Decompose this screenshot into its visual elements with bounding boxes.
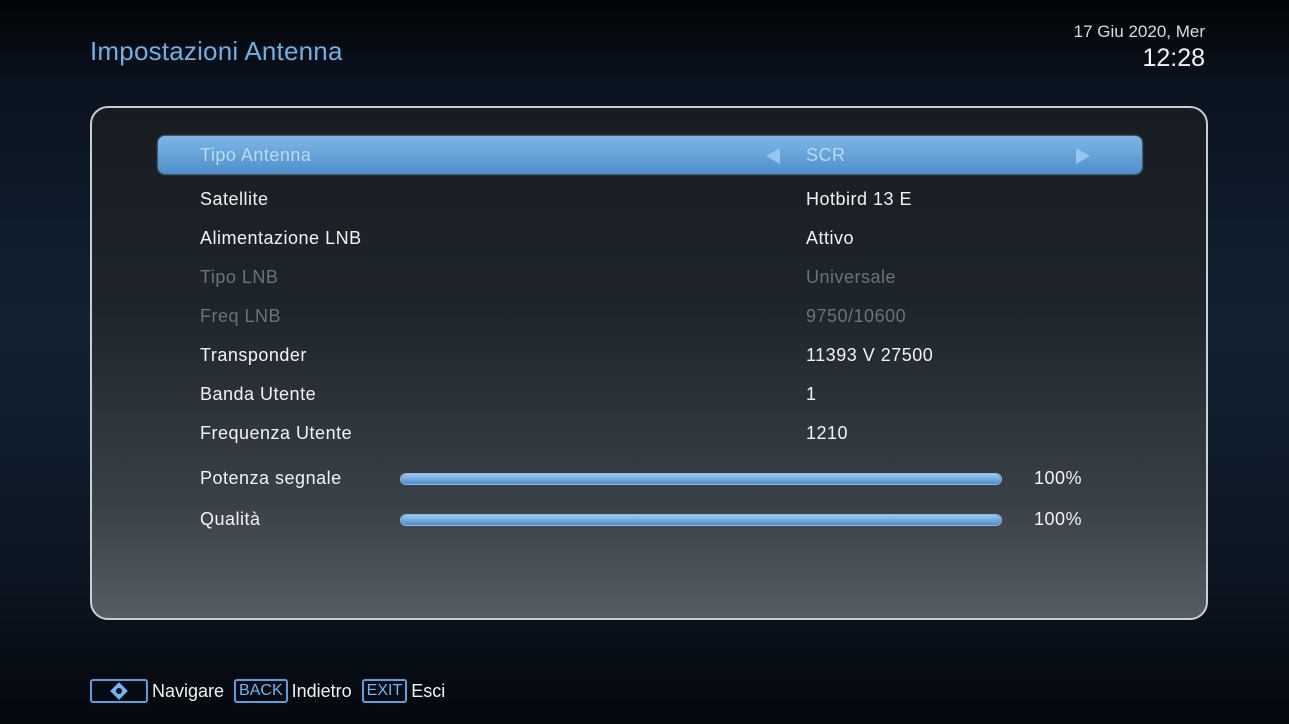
setting-label: Banda Utente	[200, 384, 317, 404]
setting-label: Freq LNB	[200, 306, 282, 326]
setting-row-tipo-lnb: Tipo LNB Universale	[158, 258, 1142, 296]
arrow-left-icon[interactable]	[766, 148, 780, 164]
settings-panel: Tipo Antenna SCR Satellite Hotbird 13 E …	[90, 106, 1208, 620]
meter-fill	[401, 515, 1001, 525]
setting-label: Alimentazione LNB	[200, 228, 362, 248]
date-display: 17 Giu 2020, Mer	[1073, 22, 1205, 41]
setting-label: Transponder	[200, 345, 307, 365]
page-title: Impostazioni Antenna	[90, 36, 343, 66]
setting-label: Frequenza Utente	[200, 423, 353, 443]
setting-label: Satellite	[200, 189, 269, 209]
setting-row-freq-lnb: Freq LNB 9750/10600	[158, 297, 1142, 335]
meter-fill	[401, 474, 1001, 484]
setting-value: Attivo	[806, 228, 855, 248]
signal-quality-meter: Qualità 100%	[158, 505, 1142, 535]
clock-display: 12:28	[1142, 44, 1205, 72]
setting-row-banda-utente[interactable]: Banda Utente 1	[158, 375, 1142, 413]
setting-row-transponder[interactable]: Transponder 11393 V 27500	[158, 336, 1142, 374]
back-label: Indietro	[291, 680, 352, 701]
footer-legend: Navigare BACK Indietro EXIT Esci	[90, 677, 455, 705]
setting-label: Tipo Antenna	[200, 145, 312, 165]
meter-label: Potenza segnale	[200, 468, 342, 488]
setting-value: 9750/10600	[806, 306, 907, 326]
setting-row-tipo-antenna[interactable]: Tipo Antenna SCR	[158, 136, 1142, 174]
setting-label: Tipo LNB	[200, 267, 279, 287]
dpad-icon	[108, 683, 130, 699]
meter-percent: 100%	[1034, 468, 1083, 488]
setting-value: 11393 V 27500	[806, 345, 934, 365]
setting-value: 1210	[806, 423, 849, 443]
navigate-key	[90, 679, 148, 703]
arrow-right-icon[interactable]	[1076, 148, 1090, 164]
setting-row-satellite[interactable]: Satellite Hotbird 13 E	[158, 180, 1142, 218]
navigate-label: Navigare	[152, 680, 225, 701]
signal-strength-meter: Potenza segnale 100%	[158, 464, 1142, 494]
exit-label: Esci	[411, 680, 446, 701]
screen: Impostazioni Antenna 17 Giu 2020, Mer 12…	[0, 0, 1289, 724]
meter-percent: 100%	[1034, 509, 1083, 529]
setting-value: 1	[806, 384, 817, 404]
setting-value: Hotbird 13 E	[806, 189, 913, 209]
meter-track	[400, 514, 1002, 526]
meter-track	[400, 473, 1002, 485]
setting-row-frequenza-utente[interactable]: Frequenza Utente 1210	[158, 414, 1142, 452]
back-key[interactable]: BACK	[234, 679, 288, 703]
setting-value: SCR	[806, 145, 846, 165]
setting-value: Universale	[806, 267, 897, 287]
setting-row-alimentazione-lnb[interactable]: Alimentazione LNB Attivo	[158, 219, 1142, 257]
exit-key[interactable]: EXIT	[361, 679, 408, 703]
meter-label: Qualità	[200, 509, 261, 529]
